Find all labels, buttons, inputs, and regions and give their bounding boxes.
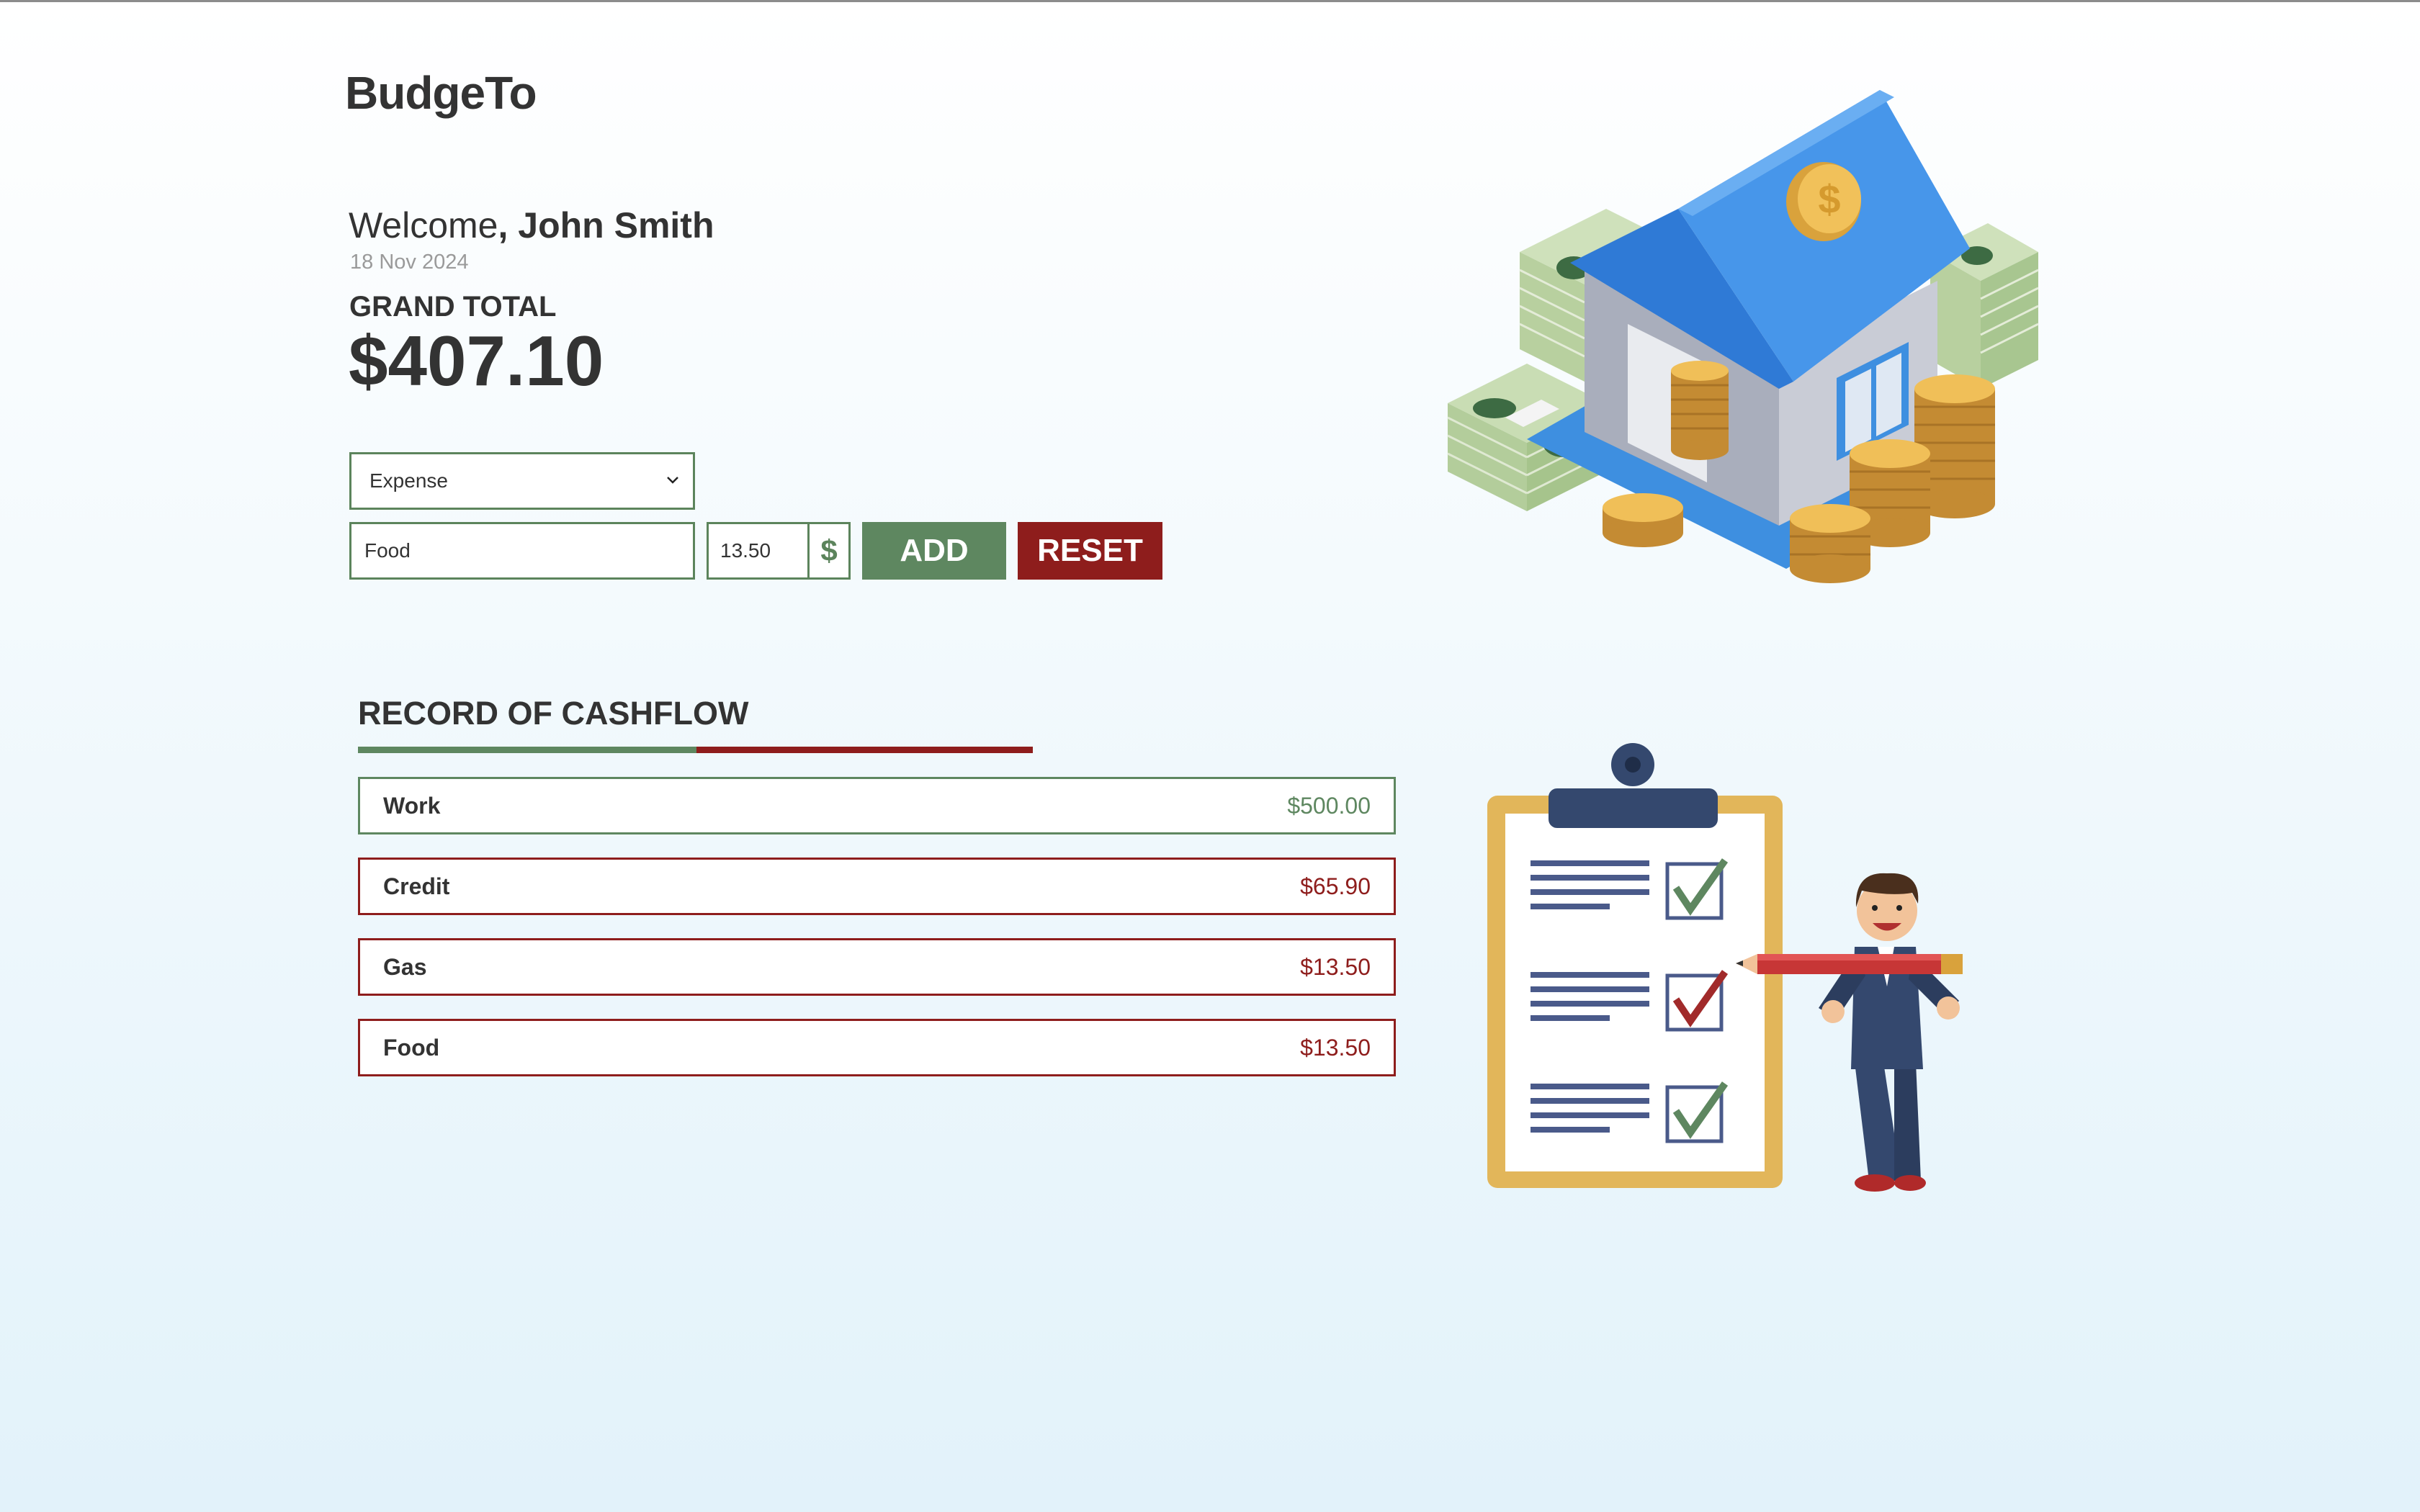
window-top-border [0, 0, 2420, 2]
svg-text:$: $ [1818, 176, 1840, 222]
app-logo: BudgeTo [345, 67, 537, 119]
amount-field: 13.50 $ [707, 522, 851, 580]
add-button[interactable]: ADD [862, 522, 1006, 580]
coin-stack-door [1671, 361, 1729, 460]
amount-input[interactable]: 13.50 [709, 524, 810, 577]
records-underline-expense [696, 747, 1033, 753]
checklist-illustration [1487, 743, 1963, 1192]
record-amount: $13.50 [1300, 953, 1371, 980]
records-underline-income [358, 747, 696, 753]
description-input[interactable]: Food [349, 522, 695, 580]
record-row-gas[interactable]: Gas $13.50 [358, 938, 1396, 996]
welcome-separator: , [498, 205, 519, 246]
record-amount: $13.50 [1300, 1034, 1371, 1061]
record-amount: $65.90 [1300, 873, 1371, 899]
current-date: 18 Nov 2024 [350, 251, 469, 274]
record-row-food[interactable]: Food $13.50 [358, 1019, 1396, 1076]
user-name: John Smith [518, 205, 714, 246]
record-label: Food [383, 1034, 440, 1061]
record-label: Gas [383, 953, 427, 980]
coin-stack-left [1603, 493, 1683, 547]
type-select[interactable]: Expense [349, 452, 695, 510]
type-select-value: Expense [369, 469, 448, 492]
reset-button[interactable]: RESET [1018, 522, 1162, 580]
dollar-icon: $ [820, 534, 838, 567]
welcome-message: Welcome, John Smith [349, 204, 714, 246]
businessman [1819, 873, 1959, 1192]
grand-total-value: $407.10 [349, 321, 604, 400]
grand-total-label: GRAND TOTAL [349, 291, 557, 323]
house-money-illustration: $ [1447, 90, 2039, 583]
chevron-down-icon [667, 477, 678, 484]
record-label: Credit [383, 873, 450, 899]
records-title: RECORD OF CASHFLOW [358, 695, 749, 732]
record-row-credit[interactable]: Credit $65.90 [358, 858, 1396, 915]
coin-stack-front [1790, 504, 1870, 583]
record-label: Work [383, 792, 441, 819]
record-amount: $500.00 [1287, 792, 1371, 819]
record-row-work[interactable]: Work $500.00 [358, 777, 1396, 834]
pencil-icon [1736, 954, 1963, 974]
welcome-label: Welcome [349, 205, 498, 246]
